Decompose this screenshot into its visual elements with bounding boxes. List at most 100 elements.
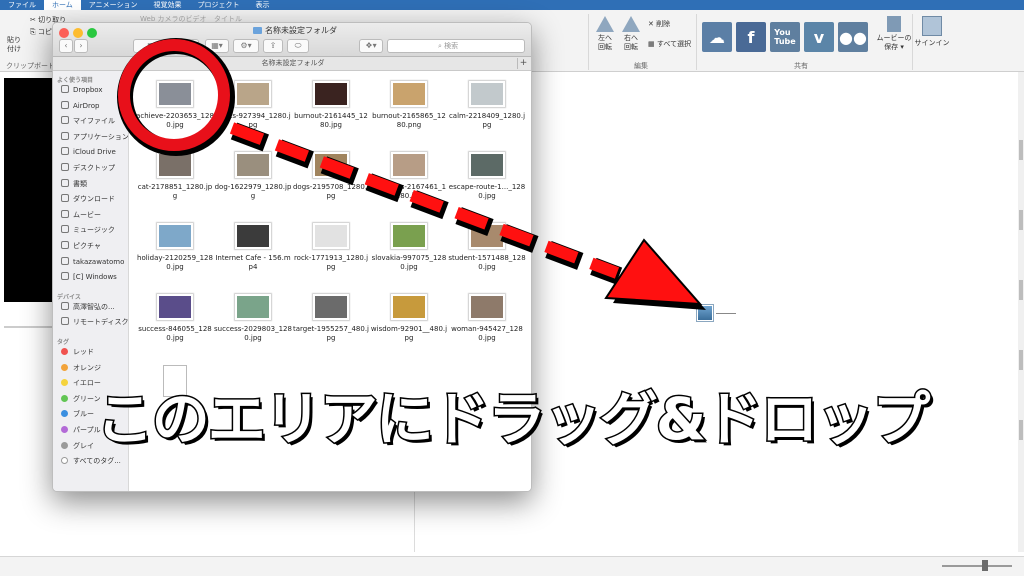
file-name: student-1571488_1280.jpg (448, 254, 526, 271)
minimize-button[interactable] (73, 28, 83, 38)
file-name: slovakia-997075_1280.jpg (371, 254, 447, 271)
file-item[interactable]: wisdom-92901__480.jpg (370, 294, 448, 343)
sidebar-item[interactable]: マイファイル (61, 116, 115, 127)
sidebar-item[interactable]: ピクチャ (61, 241, 101, 252)
storyboard-clip-icon[interactable] (697, 305, 713, 321)
save-movie-button[interactable]: ムービーの 保存 ▾ (876, 16, 912, 52)
sidebar-item[interactable]: takazawatomo (61, 256, 124, 268)
file-item[interactable]: student-1571488_1280.jpg (448, 223, 526, 272)
file-name: holiday-2120259_1280.jpg (137, 254, 213, 271)
rotate-right-button[interactable]: 右へ 回転 (620, 16, 642, 52)
file-thumbnail (469, 81, 505, 107)
flickr-share-icon[interactable]: ●● (838, 22, 868, 52)
sidebar-item-label: ミュージック (73, 226, 115, 235)
file-item[interactable]: burnout-2165865_1280.png (370, 81, 448, 130)
file-item[interactable]: Internet Cafe - 156.mp4 (214, 223, 292, 272)
copy-label: コピ (37, 28, 52, 36)
ribbon-tab[interactable]: プロジェクト (190, 0, 248, 10)
search-input[interactable]: ⌕ 検索 (387, 39, 525, 53)
file-thumbnail (235, 81, 271, 107)
ribbon-tab[interactable]: 表示 (248, 0, 278, 10)
sidebar-item[interactable]: デスクトップ (61, 163, 115, 174)
file-item[interactable]: achieve-2203653_1280.jpg (136, 81, 214, 130)
file-name: emotions-2167461_1280.jpg (371, 183, 447, 200)
sidebar-item[interactable]: iCloud Drive (61, 147, 116, 158)
select-all-button[interactable]: ▦ すべて選択 (648, 40, 691, 49)
scrollbar-marker (1019, 420, 1023, 440)
file-item[interactable]: rock-1771913_1280.jpg (292, 223, 370, 272)
sidebar-item[interactable]: ムービー (61, 209, 101, 221)
sidebar-item[interactable]: すべてのタグ... (61, 456, 121, 467)
file-name: success-846055_1280.jpg (138, 325, 212, 342)
ribbon-tab[interactable]: 視覚効果 (146, 0, 190, 10)
file-item[interactable]: holiday-2120259_1280.jpg (136, 223, 214, 272)
sidebar-item-icon (61, 100, 69, 109)
forward-button[interactable]: › (74, 39, 88, 53)
file-item[interactable]: cat-2178851_1280.jpg (136, 152, 214, 201)
sidebar-item-label: アプリケーション (73, 132, 129, 141)
file-name: dog-1622979_1280.jpg (214, 183, 292, 200)
sidebar-item[interactable]: リモートディスク (61, 317, 128, 328)
ribbon-tab[interactable]: ホーム (44, 0, 81, 10)
sidebar-item[interactable]: アプリケーション (61, 131, 129, 143)
file-item[interactable]: escape-route-1..._1280.jpg (448, 152, 526, 201)
sidebar-item[interactable]: [C] Windows (61, 272, 117, 283)
file-name: burnout-2165865_1280.png (372, 112, 446, 129)
tag-button[interactable]: ⬭ (287, 39, 309, 53)
onedrive-share-icon[interactable]: ☁ (702, 22, 732, 52)
file-thumbnail (391, 152, 427, 178)
sidebar-item[interactable]: Dropbox (61, 85, 103, 96)
file-item[interactable]: success-2029803_1280.jpg (214, 294, 292, 343)
file-thumbnail (313, 294, 349, 320)
file-item[interactable]: slovakia-997075_1280.jpg (370, 223, 448, 272)
file-thumbnail (469, 294, 505, 320)
tag-color-icon (61, 348, 68, 355)
ribbon-tab[interactable]: アニメーション (81, 0, 146, 10)
dropbox-button[interactable]: ❖▾ (359, 39, 383, 53)
back-button[interactable]: ‹ (59, 39, 73, 53)
file-item[interactable]: success-846055_1280.jpg (136, 294, 214, 343)
file-item[interactable]: target-1955257_480.jpg (292, 294, 370, 343)
rotate-left-button[interactable]: 左へ 回転 (594, 16, 616, 52)
seek-slider[interactable] (4, 326, 54, 328)
sidebar-item[interactable]: ダウンロード (61, 194, 115, 205)
zoom-button[interactable] (87, 28, 97, 38)
sidebar-item-label: オレンジ (73, 363, 101, 372)
sidebar-item[interactable]: 高澤智弘の... (61, 301, 115, 313)
ribbon-separator (696, 14, 697, 70)
sidebar-item-label: iCloud Drive (73, 148, 116, 157)
sidebar-item-icon (61, 116, 69, 125)
action-button[interactable]: ⚙▾ (233, 39, 259, 53)
file-item[interactable]: dogs-2195708_1280.jpg (292, 152, 370, 201)
file-item[interactable]: dog-1622979_1280.jpg (214, 152, 292, 201)
view-mode-buttons[interactable]: ▦ ☰ ▥ ▤ (133, 39, 199, 53)
file-thumbnail (235, 152, 271, 178)
new-tab-button[interactable]: + (517, 58, 529, 69)
file-item[interactable]: burnout-2161445_1280.jpg (292, 81, 370, 130)
file-item[interactable]: woman-945427_1280.jpg (448, 294, 526, 343)
close-button[interactable] (59, 28, 69, 38)
share-button[interactable]: ⇪ (263, 39, 283, 53)
copy-button[interactable]: ⎘ コピ (30, 28, 52, 37)
sidebar-item-label: ピクチャ (73, 242, 101, 250)
sidebar-item[interactable]: 書類 (61, 178, 87, 190)
file-item[interactable]: calm-2218409_1280.jpg (448, 81, 526, 130)
sidebar-item[interactable]: レッド (61, 347, 94, 358)
ribbon-tab[interactable]: ファイル (0, 0, 44, 10)
file-item[interactable]: books-927394_1280.jpg (214, 81, 292, 130)
youtube-share-icon[interactable]: You Tube (770, 22, 800, 52)
zoom-slider[interactable] (942, 565, 1012, 567)
facebook-share-icon[interactable]: f (736, 22, 766, 52)
zoom-slider-handle[interactable] (982, 560, 988, 571)
vimeo-share-icon[interactable]: v (804, 22, 834, 52)
arrange-button[interactable]: ▦▾ (205, 39, 229, 53)
file-name: woman-945427_1280.jpg (451, 325, 523, 342)
file-thumbnail (313, 81, 349, 107)
delete-button[interactable]: ✕ 削除 (648, 20, 670, 29)
sidebar-item[interactable]: ミュージック (61, 225, 115, 236)
file-item[interactable]: emotions-2167461_1280.jpg (370, 152, 448, 201)
paste-button[interactable]: 貼り 付け (4, 36, 24, 54)
sidebar-item[interactable]: AirDrop (61, 100, 99, 112)
file-name: success-2029803_1280.jpg (214, 325, 292, 342)
signin-button[interactable]: サインイン (912, 16, 952, 48)
